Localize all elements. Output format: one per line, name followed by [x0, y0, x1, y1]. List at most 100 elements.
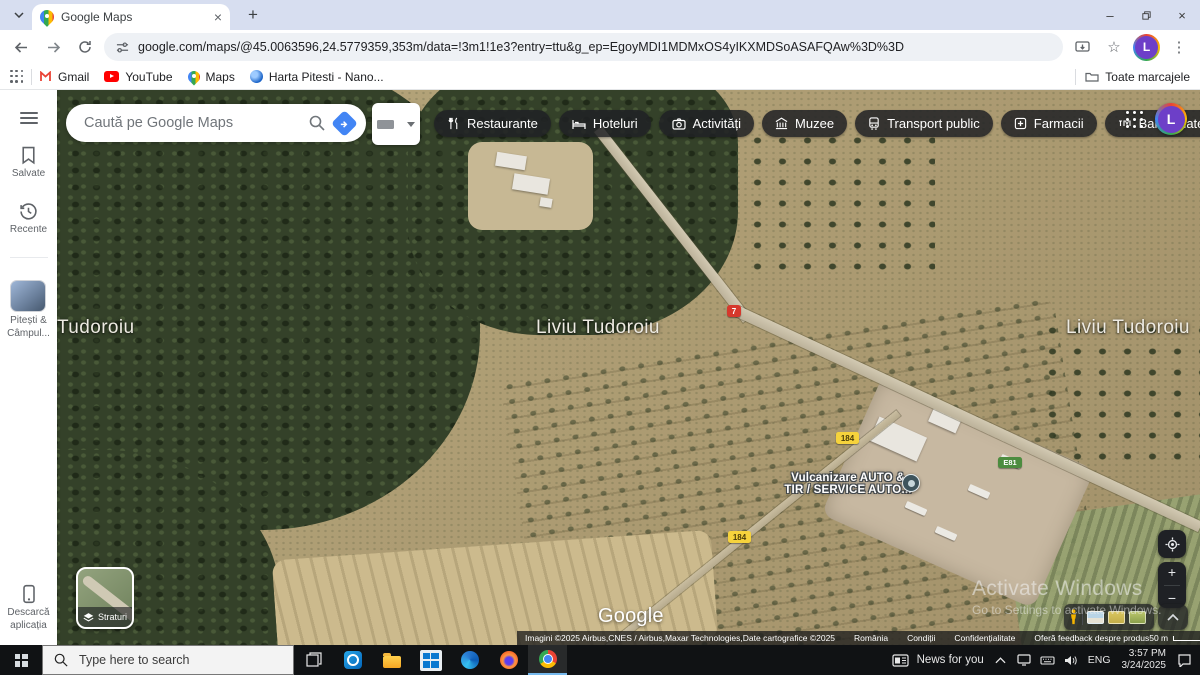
hotel-bed-icon [572, 118, 586, 130]
menu-button[interactable] [20, 112, 38, 124]
back-arrow-icon [14, 41, 29, 54]
search-icon[interactable] [309, 115, 325, 131]
window-minimize-button[interactable]: – [1092, 0, 1128, 30]
bookmark-maps[interactable]: Maps [188, 70, 235, 84]
bookmark-page-button[interactable]: ☆ [1101, 34, 1127, 60]
google-apps-grid-button[interactable] [1126, 111, 1144, 129]
chip-activities[interactable]: Activități [659, 110, 754, 137]
zoom-control: + − [1158, 562, 1186, 608]
new-tab-button[interactable]: + [240, 2, 266, 28]
display-icon[interactable] [1017, 654, 1031, 666]
extension-overlay-button[interactable] [372, 103, 420, 145]
pharmacy-icon [1014, 117, 1027, 130]
speaker-icon[interactable] [1064, 655, 1077, 666]
link-terms[interactable]: Condiții [907, 633, 935, 643]
maps-account-avatar[interactable]: L [1155, 103, 1187, 135]
link-feedback[interactable]: Oferă feedback despre produs [1034, 633, 1149, 643]
bookmark-harta-pitesti[interactable]: Harta Pitesti - Nano... [250, 70, 384, 84]
link-privacy[interactable]: Confidențialitate [954, 633, 1015, 643]
chevron-down-icon[interactable] [407, 122, 415, 127]
place-label-line1: Pitești & [10, 315, 47, 327]
bookmark-label: Gmail [58, 70, 89, 84]
browser-tab[interactable]: Google Maps × [32, 4, 230, 30]
taskbar-outlook[interactable] [333, 645, 372, 675]
attribution-bar: Imagini ©2025 Airbus,CNES / Airbus,Maxar… [517, 631, 1200, 645]
bookmark-youtube[interactable]: YouTube [104, 70, 172, 84]
road-shield-e81: E81 [998, 457, 1022, 468]
tray-expand-chevron-icon[interactable] [995, 657, 1006, 664]
category-chips: Restaurante Hoteluri Activități Muzee Tr… [434, 110, 1200, 137]
action-center-icon[interactable] [1177, 654, 1192, 667]
url-text: google.com/maps/@45.0063596,24.5779359,3… [138, 40, 904, 54]
tab-close-button[interactable]: × [214, 10, 222, 24]
sidebar-item-recent[interactable]: Recente [10, 202, 47, 236]
layers-button[interactable]: Straturi [76, 567, 134, 629]
news-widget[interactable]: News for you [892, 654, 984, 667]
bookmarks-bar: Gmail YouTube Maps Harta Pitesti - Nano.… [0, 64, 1200, 90]
sidebar-item-saved[interactable]: Salvate [12, 146, 45, 180]
tab-search-button[interactable] [6, 2, 32, 28]
maps-search-input[interactable] [82, 114, 299, 132]
zoom-out-button[interactable]: − [1168, 591, 1176, 605]
chip-restaurants[interactable]: Restaurante [434, 110, 551, 137]
url-bar[interactable]: google.com/maps/@45.0063596,24.5779359,3… [104, 33, 1063, 61]
clock-date: 3/24/2025 [1122, 660, 1167, 673]
clock-time: 3:57 PM [1122, 648, 1167, 661]
sidebar-item-download-app[interactable]: Descarcă aplicația [7, 584, 49, 631]
divider [1164, 585, 1180, 586]
edge-icon [461, 651, 479, 669]
museum-icon [775, 117, 788, 130]
locality-label: Tudoroiu [57, 317, 134, 339]
chip-label: Hoteluri [593, 116, 638, 131]
taskbar-firefox[interactable] [489, 645, 528, 675]
maps-search-box[interactable] [66, 104, 366, 142]
map-canvas[interactable]: Tudoroiu Liviu Tudoroiu Liviu Tudoroiu 7… [0, 90, 1200, 645]
activate-windows-watermark-sub: Go to Settings to activate Windows. [972, 603, 1161, 617]
start-button[interactable] [0, 645, 42, 675]
taskbar-chrome-active[interactable] [528, 645, 567, 675]
browser-toolbar: google.com/maps/@45.0063596,24.5779359,3… [0, 30, 1200, 64]
forward-button[interactable] [40, 34, 66, 60]
directions-button[interactable] [331, 110, 358, 137]
window-restore-button[interactable] [1128, 0, 1164, 30]
chip-label: Restaurante [467, 116, 538, 131]
avatar-letter: L [1158, 106, 1185, 133]
language-indicator[interactable]: ENG [1088, 654, 1111, 666]
chip-pharmacies[interactable]: Farmacii [1001, 110, 1097, 137]
task-view-button[interactable] [294, 645, 333, 675]
place-thumbnail [10, 280, 46, 312]
sidebar-label: Salvate [12, 168, 45, 180]
taskbar-search-input[interactable] [77, 652, 241, 668]
chip-transit[interactable]: Transport public [855, 110, 993, 137]
browser-profile-avatar[interactable]: L [1133, 34, 1160, 61]
zoom-in-button[interactable]: + [1168, 565, 1176, 579]
my-location-button[interactable] [1158, 530, 1186, 558]
collapse-controls-button[interactable] [1158, 604, 1188, 630]
window-close-button[interactable]: × [1164, 0, 1200, 30]
activate-windows-watermark: Activate Windows [972, 577, 1143, 601]
keyboard-icon[interactable] [1040, 656, 1055, 665]
all-bookmarks-button[interactable]: Toate marcajele [1085, 70, 1190, 84]
news-label: News for you [917, 654, 984, 666]
poi-marker-icon[interactable] [902, 474, 920, 492]
browser-menu-button[interactable]: ⋮ [1166, 34, 1192, 60]
reload-button[interactable] [72, 34, 98, 60]
chip-museums[interactable]: Muzee [762, 110, 847, 137]
taskbar-store[interactable] [411, 645, 450, 675]
maps-pin-icon [188, 71, 200, 83]
back-button[interactable] [8, 34, 34, 60]
apps-shortcut-icon[interactable] [10, 70, 24, 84]
chip-hotels[interactable]: Hoteluri [559, 110, 651, 137]
install-app-button[interactable] [1069, 34, 1095, 60]
chip-label: Muzee [795, 116, 834, 131]
sidebar-item-place[interactable]: Pitești & Câmpul... [7, 280, 50, 339]
bookmark-gmail[interactable]: Gmail [39, 70, 89, 84]
taskbar-file-explorer[interactable] [372, 645, 411, 675]
taskbar-edge[interactable] [450, 645, 489, 675]
camera-icon [672, 118, 686, 130]
maps-pin-icon [40, 10, 54, 24]
link-romania[interactable]: România [854, 633, 888, 643]
taskbar-search-box[interactable] [42, 645, 294, 675]
clock[interactable]: 3:57 PM 3/24/2025 [1122, 648, 1167, 673]
road-shield-184: 184 [728, 531, 751, 543]
